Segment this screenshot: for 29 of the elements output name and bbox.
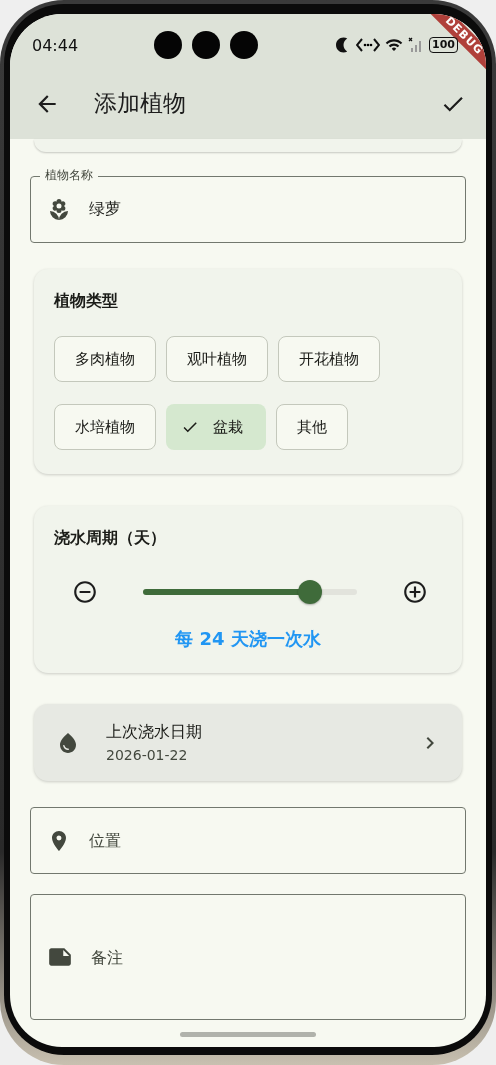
- location-field[interactable]: 位置: [30, 807, 466, 874]
- type-chip[interactable]: 其他: [276, 404, 348, 450]
- type-chip[interactable]: 开花植物: [278, 336, 380, 382]
- row-date: 2026-01-22: [106, 747, 189, 763]
- camera-icon: [153, 31, 182, 59]
- camera-icon: [191, 31, 220, 59]
- card-title: 植物类型: [54, 291, 119, 312]
- field-label: 植物名称: [40, 167, 98, 183]
- last-watered-row[interactable]: 上次浇水日期 2026-01-22: [34, 704, 462, 781]
- data-saver-icon: [356, 37, 380, 53]
- slider-thumb[interactable]: [297, 580, 322, 604]
- type-chip[interactable]: 水培植物: [54, 404, 156, 450]
- notes-field[interactable]: 备注: [30, 894, 466, 1020]
- watering-summary: 每 24 天浇一次水: [174, 627, 322, 651]
- flower-icon: [47, 197, 71, 222]
- signal-icon: [408, 37, 424, 53]
- page-title: 添加植物: [94, 89, 187, 118]
- row-title: 上次浇水日期: [106, 722, 203, 743]
- type-chip[interactable]: 观叶植物: [166, 336, 268, 382]
- notes-input[interactable]: 备注: [91, 947, 449, 967]
- card-title: 浇水周期（天）: [54, 528, 167, 549]
- status-time: 04:44: [32, 35, 79, 55]
- type-chip[interactable]: 多肉植物: [54, 336, 156, 382]
- camera-icon: [229, 31, 258, 59]
- interval-slider[interactable]: [143, 580, 357, 604]
- type-chip[interactable]: 盆栽: [166, 404, 266, 450]
- wifi-icon: [385, 36, 403, 54]
- name-input[interactable]: 绿萝: [89, 200, 449, 219]
- location-input[interactable]: 位置: [89, 831, 449, 850]
